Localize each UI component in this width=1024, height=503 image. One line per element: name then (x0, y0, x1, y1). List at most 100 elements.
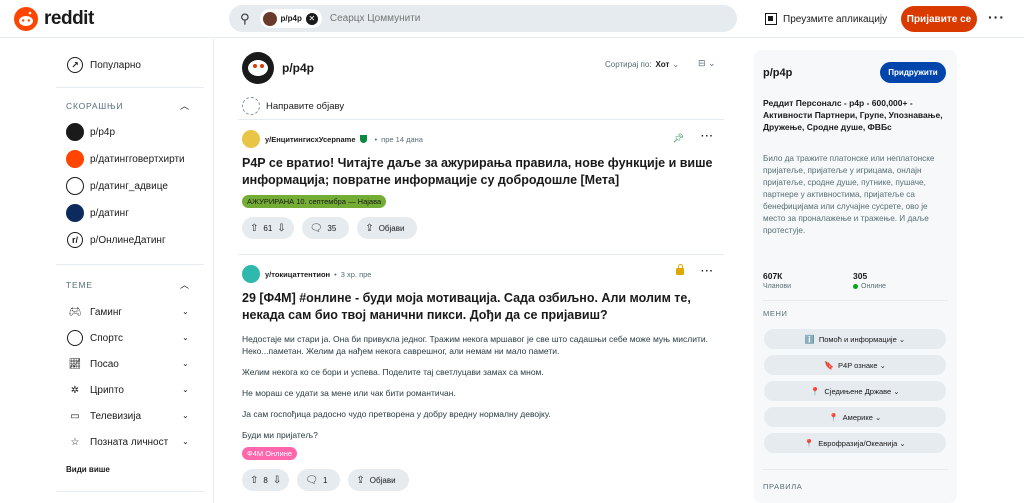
online-indicator: Онлине (853, 283, 886, 290)
comments-button[interactable]: 🗨︎ 35 (301, 217, 350, 239)
get-app-label: Преузмите апликацију (783, 13, 888, 25)
topic-label: Гаминг (90, 306, 123, 318)
crypto-icon: ✲ (70, 384, 80, 396)
more-options-icon[interactable]: ··· (988, 9, 1005, 25)
post-card[interactable]: у/ЕнцитингисхУсерname • пре 14 дана 📌︎ ·… (242, 130, 722, 239)
post-actions: ⇧ 61 ⇩ 🗨︎ 35 ⇪ Објави (242, 217, 722, 239)
comments-button[interactable]: 🗨︎ 1 (297, 469, 341, 491)
topic-label: Црипто (90, 384, 124, 396)
comment-icon: 🗨︎ (305, 474, 318, 486)
menu-united-states[interactable]: 📍 Сједињене Државе ⌄ (764, 381, 946, 401)
topic-sports[interactable]: Спортс (66, 329, 123, 347)
post-time: 3 хр. пре (340, 269, 372, 279)
menu-p4p-flairs[interactable]: 🔖 P4P ознаке ⌄ (764, 355, 946, 375)
rules-section-title: ПРАВИЛА (763, 482, 803, 491)
topic-gaming[interactable]: 🎮︎ Гаминг (66, 303, 122, 321)
top-bar: reddit ⚲ p/p4p ✕ Преузмите апликацију Пр… (0, 0, 1024, 38)
sort-dropdown[interactable]: Сортирај по: Хот ⌄ (605, 60, 679, 69)
user-avatar[interactable] (242, 130, 260, 148)
vote-control: ⇧ 8 ⇩ (242, 469, 290, 491)
community-title: p/p4p (763, 67, 793, 79)
recent-item-onlinedating[interactable]: r/ p/ОнлинеДатинг (66, 231, 166, 249)
chevron-down-icon[interactable]: ⌄ (182, 307, 189, 316)
post-paragraph: Ја сам госпођица радосно чудо претворена… (242, 409, 551, 419)
share-button[interactable]: ⇪ Објави (357, 217, 418, 239)
search-bar[interactable]: ⚲ p/p4p ✕ (229, 5, 737, 32)
qr-code-icon (765, 13, 777, 25)
upvote-icon[interactable]: ⇧ (250, 475, 258, 486)
post-more-icon[interactable]: ··· (701, 131, 714, 142)
get-app-button[interactable]: Преузмите апликацију (755, 6, 897, 32)
logo-text: reddit (44, 8, 94, 29)
topic-celebrity[interactable]: ☆ Позната личност (66, 433, 169, 451)
chevron-down-icon: ⌄ (672, 60, 680, 69)
chevron-down-icon[interactable]: ⌄ (182, 437, 189, 446)
subreddit-avatar (66, 150, 84, 168)
menu-americas[interactable]: 📍 Америке ⌄ (764, 407, 946, 427)
recent-item-dating[interactable]: p/датинг (66, 204, 129, 222)
create-post-avatar-icon (242, 97, 260, 115)
view-mode-button[interactable]: ⊟ ⌄ (698, 58, 716, 69)
user-avatar[interactable] (242, 265, 260, 283)
subreddit-name: p/p4p (282, 61, 314, 75)
chevron-down-icon[interactable]: ⌄ (182, 385, 189, 394)
subreddit-chip[interactable]: p/p4p ✕ (259, 9, 322, 28)
community-sidebar: p/p4p Придружити Реддит Персоналс - р4р … (754, 50, 957, 503)
topic-television[interactable]: ▭ Телевизија (66, 407, 141, 425)
recent-item-label: p/датингговертхирти (90, 153, 185, 165)
post-flair[interactable]: АЖУРИРАНА 10. септембра — Најава (242, 195, 387, 208)
post-flair[interactable]: Ф4М Онлине (242, 447, 298, 460)
downvote-icon[interactable]: ⇩ (277, 223, 285, 234)
gamepad-icon: 🎮︎ (68, 306, 82, 318)
see-more-link[interactable]: Види више (66, 465, 110, 474)
subreddit-header: p/p4p (242, 52, 314, 84)
share-button[interactable]: ⇪ Објави (348, 469, 409, 491)
separator-dot: • (334, 269, 337, 279)
post-actions: ⇧ 8 ⇩ 🗨︎ 1 ⇪ Објави (242, 469, 722, 491)
recent-item-datingoverthirty[interactable]: p/датингговертхирти (66, 150, 185, 168)
chart-icon: 📈︎ (68, 358, 82, 370)
chevron-up-icon[interactable]: ︿ (180, 278, 189, 291)
online-count: 305 (853, 271, 868, 281)
post-author[interactable]: у/токицаттентион (265, 270, 330, 279)
menu-help-info[interactable]: ℹ️ Помоћ и информације ⌄ (764, 329, 946, 349)
chevron-down-icon[interactable]: ⌄ (182, 359, 189, 368)
topic-label: Позната личност (90, 436, 169, 448)
post-more-icon[interactable]: ··· (701, 266, 714, 277)
recent-section-title: СКОРАШЊИ (66, 101, 124, 111)
chevron-down-icon[interactable]: ⌄ (182, 411, 189, 420)
divider (56, 87, 204, 88)
reddit-logo[interactable]: reddit (14, 7, 94, 31)
topic-business[interactable]: 📈︎ Посао (66, 355, 119, 373)
post-author[interactable]: у/ЕнцитингисхУсерname (265, 135, 356, 144)
nav-popular[interactable]: ↗ Популарно (66, 56, 141, 74)
post-title[interactable]: 29 [Ф4М] #онлине - буди моја мотивација.… (242, 290, 722, 324)
community-description: Било да тражите платонске или неплатонск… (763, 154, 935, 235)
online-label: Онлине (861, 283, 887, 290)
chevron-up-icon[interactable]: ︿ (180, 99, 189, 112)
tv-icon: ▭ (70, 410, 80, 422)
menu-eurasia-oceania[interactable]: 📍 Еврофразија/Океанија ⌄ (764, 433, 946, 453)
nav-popular-label: Популарно (90, 59, 141, 71)
separator-dot: • (374, 134, 378, 144)
pin-icon: 📍 (828, 412, 839, 422)
post-title[interactable]: P4P се вратио! Читајте даље за ажурирања… (242, 155, 722, 189)
topic-crypto[interactable]: ✲ Црипто (66, 381, 124, 399)
upvote-icon[interactable]: ⇧ (250, 223, 258, 234)
login-button[interactable]: Пријавите се (901, 6, 977, 32)
create-post-button[interactable]: Направите објаву (242, 97, 344, 115)
recent-item-p4p[interactable]: p/p4p (66, 123, 115, 141)
search-input[interactable] (329, 13, 630, 24)
chevron-down-icon[interactable]: ⌄ (182, 333, 189, 342)
post-card[interactable]: у/токицаттентион • 3 хр. пре ··· 29 [Ф4М… (242, 264, 722, 491)
recent-item-dating-advice[interactable]: p/датинг_адвице (66, 177, 168, 195)
join-button[interactable]: Придружити (880, 62, 946, 83)
popular-icon: ↗ (67, 57, 83, 73)
subreddit-icon (242, 52, 274, 84)
menu-label: Помоћ и информације ⌄ (818, 334, 906, 344)
close-icon[interactable]: ✕ (305, 12, 318, 25)
member-label: Чланови (763, 283, 792, 290)
info-icon: ℹ️ (804, 334, 815, 344)
downvote-icon[interactable]: ⇩ (273, 475, 281, 486)
post-body[interactable]: Недостаје ми стари ја. Она би привукла ј… (242, 333, 722, 441)
